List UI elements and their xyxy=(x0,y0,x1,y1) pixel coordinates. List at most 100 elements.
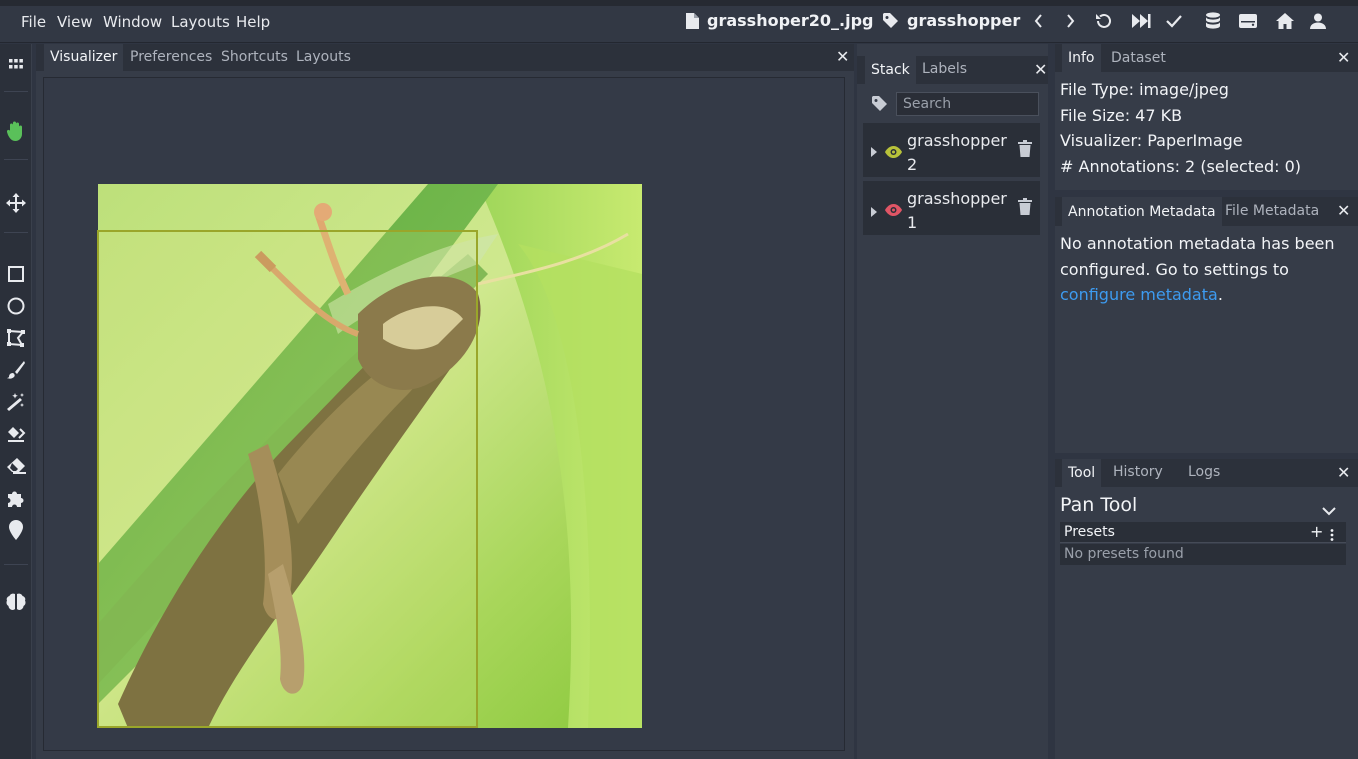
tab-visualizer[interactable]: Visualizer xyxy=(44,44,124,71)
stack-item-label: grasshopper 1 xyxy=(907,187,1007,235)
current-label: grasshopper xyxy=(883,11,1020,30)
expand-arrow-icon[interactable] xyxy=(870,142,878,161)
annotation-count: # Annotations: 2 (selected: 0) xyxy=(1060,156,1301,176)
current-file: grasshoper20_.jpg xyxy=(686,11,874,30)
no-presets-text: No presets found xyxy=(1064,546,1184,562)
presets-list: No presets found xyxy=(1060,544,1346,565)
tool-tabbar: Tool History Logs ✕ xyxy=(1055,459,1358,487)
search-placeholder: Search xyxy=(903,96,952,112)
file-name: grasshoper20_.jpg xyxy=(707,11,874,30)
tab-info[interactable]: Info xyxy=(1062,44,1101,72)
more-vertical-icon[interactable] xyxy=(1330,526,1334,545)
close-icon[interactable]: ✕ xyxy=(836,48,849,66)
menu-file[interactable]: File xyxy=(21,13,46,31)
file-icon xyxy=(686,12,699,29)
close-icon[interactable]: ✕ xyxy=(1337,464,1350,482)
label-search-input[interactable]: Search xyxy=(896,92,1039,116)
tab-file-metadata[interactable]: File Metadata xyxy=(1219,197,1325,226)
magic-wand-icon[interactable] xyxy=(5,391,27,413)
label-name: grasshopper xyxy=(907,11,1021,30)
stack-item-index: 2 xyxy=(907,155,918,174)
info-tabbar: Info Dataset ✕ xyxy=(1055,44,1358,72)
window-top-edge xyxy=(0,0,1358,6)
visualizer-type: Visualizer: PaperImage xyxy=(1060,131,1243,150)
database-icon[interactable] xyxy=(1203,11,1223,31)
chevron-down-icon[interactable] xyxy=(1322,501,1336,520)
chevron-left-icon[interactable] xyxy=(1029,11,1049,31)
toolbar-divider xyxy=(4,159,28,160)
eye-icon[interactable] xyxy=(885,143,902,162)
file-type: File Type: image/jpeg xyxy=(1060,80,1229,99)
stack-item-name: grasshopper xyxy=(907,189,1007,208)
circle-icon[interactable] xyxy=(5,295,27,317)
tab-history[interactable]: History xyxy=(1107,459,1169,487)
menu-layouts[interactable]: Layouts xyxy=(171,13,230,31)
home-icon[interactable] xyxy=(1275,11,1295,31)
file-size: File Size: 47 KB xyxy=(1060,105,1183,125)
tab-preferences[interactable]: Preferences xyxy=(124,44,218,71)
stack-item-index: 1 xyxy=(907,213,918,232)
server-icon[interactable] xyxy=(1238,11,1258,31)
tool-sidebar xyxy=(0,44,32,759)
menu-help[interactable]: Help xyxy=(236,13,270,31)
rectangle-icon[interactable] xyxy=(5,263,27,285)
hand-icon[interactable] xyxy=(5,120,27,142)
menu-window[interactable]: Window xyxy=(103,13,162,31)
user-icon[interactable] xyxy=(1308,11,1328,31)
presets-label: Presets xyxy=(1064,524,1115,540)
apps-icon[interactable] xyxy=(5,53,27,75)
eraser-fill-icon[interactable] xyxy=(5,423,27,445)
stack-item[interactable]: grasshopper 1 xyxy=(863,181,1040,235)
tab-annotation-metadata[interactable]: Annotation Metadata xyxy=(1062,197,1222,226)
tool-name: Pan Tool xyxy=(1060,494,1138,516)
tab-tool[interactable]: Tool xyxy=(1062,459,1102,487)
stack-item-name: grasshopper xyxy=(907,131,1007,150)
close-icon[interactable]: ✕ xyxy=(1337,202,1350,220)
info-panel: Info Dataset ✕ File Type: image/jpeg Fil… xyxy=(1055,44,1358,190)
configure-metadata-link[interactable]: configure metadata xyxy=(1060,285,1218,304)
toolbar-divider xyxy=(4,232,28,233)
trash-icon[interactable] xyxy=(1018,140,1032,161)
metadata-period: . xyxy=(1217,285,1223,304)
visualizer-tabbar: Visualizer Preferences Shortcuts Layouts… xyxy=(36,44,854,71)
brain-icon[interactable] xyxy=(5,591,27,613)
annotation-bbox[interactable] xyxy=(97,230,478,728)
move-icon[interactable] xyxy=(5,192,27,214)
tool-panel: Tool History Logs ✕ Pan Tool Presets + N… xyxy=(1055,459,1358,759)
tag-icon xyxy=(883,12,898,28)
menubar: File View Window Layouts Help grasshoper… xyxy=(0,0,1358,43)
stack-item[interactable]: grasshopper 2 xyxy=(863,123,1040,177)
tab-shortcuts[interactable]: Shortcuts xyxy=(215,44,294,71)
tab-labels[interactable]: Labels xyxy=(916,56,973,84)
add-preset-icon[interactable]: + xyxy=(1310,522,1323,541)
expand-arrow-icon[interactable] xyxy=(870,202,878,221)
toolbar-divider xyxy=(4,564,28,565)
file-info: File Type: image/jpeg File Size: 47 KB V… xyxy=(1060,77,1301,179)
brush-icon[interactable] xyxy=(5,359,27,381)
close-icon[interactable]: ✕ xyxy=(1337,49,1350,67)
fast-forward-icon[interactable] xyxy=(1132,11,1152,31)
metadata-panel: Annotation Metadata File Metadata ✕ No a… xyxy=(1055,197,1358,453)
stack-item-label: grasshopper 2 xyxy=(907,129,1007,177)
tab-dataset[interactable]: Dataset xyxy=(1105,44,1172,72)
puzzle-icon[interactable] xyxy=(5,487,27,509)
menu-view[interactable]: View xyxy=(57,13,93,31)
eraser-icon[interactable] xyxy=(5,455,27,477)
presets-header: Presets + xyxy=(1060,522,1346,543)
stack-tabbar: Stack Labels ✕ xyxy=(857,56,1048,84)
trash-icon[interactable] xyxy=(1018,198,1032,219)
tag-icon xyxy=(872,96,888,116)
pin-icon[interactable] xyxy=(5,519,27,541)
close-icon[interactable]: ✕ xyxy=(1034,61,1047,79)
metadata-tabbar: Annotation Metadata File Metadata ✕ xyxy=(1055,197,1358,226)
tab-layouts[interactable]: Layouts xyxy=(290,44,357,71)
check-icon[interactable] xyxy=(1164,11,1184,31)
tab-logs[interactable]: Logs xyxy=(1182,459,1226,487)
undo-icon[interactable] xyxy=(1093,11,1113,31)
metadata-text: No annotation metadata has been configur… xyxy=(1060,234,1335,279)
polygon-icon[interactable] xyxy=(5,327,27,349)
toolbar-divider xyxy=(4,91,28,92)
tab-stack[interactable]: Stack xyxy=(865,56,916,84)
chevron-right-icon[interactable] xyxy=(1060,11,1080,31)
eye-icon[interactable] xyxy=(885,201,902,220)
